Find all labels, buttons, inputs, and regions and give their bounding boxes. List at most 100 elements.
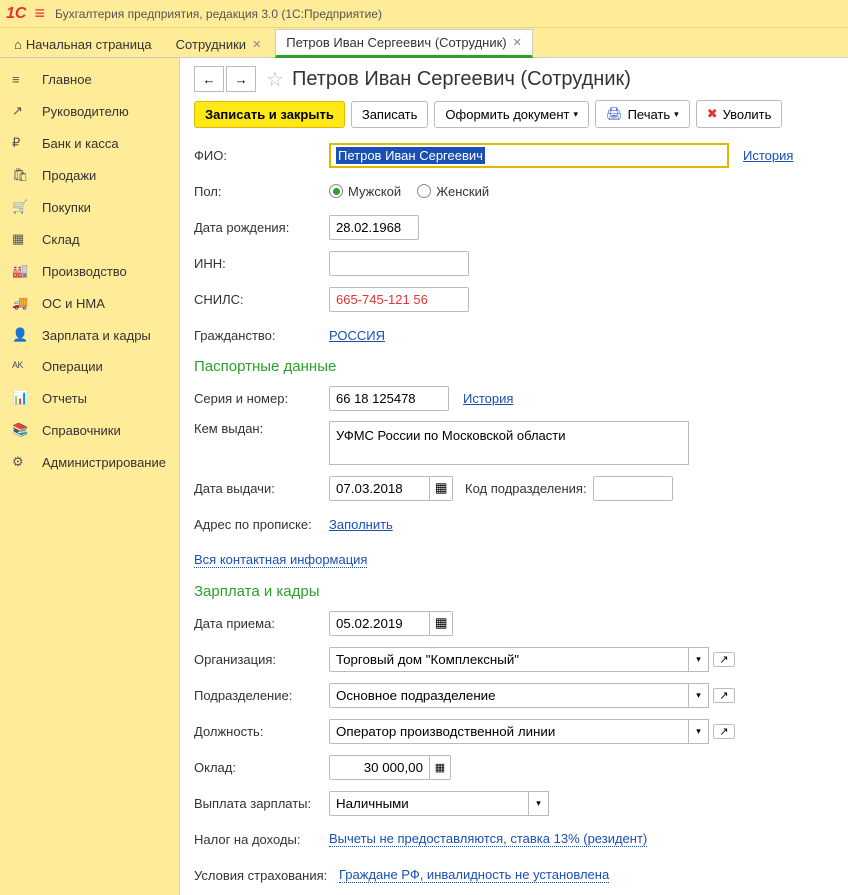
issue-date-input[interactable]: [329, 476, 429, 501]
dismiss-button[interactable]: ✖Уволить: [696, 100, 783, 128]
hire-date-input[interactable]: [329, 611, 429, 636]
sidebar-item-9[interactable]: ᴬᴷ Операции: [0, 351, 179, 382]
hr-section-title: Зарплата и кадры: [194, 583, 834, 600]
tab-employees[interactable]: Сотрудники ✕: [166, 31, 272, 57]
issued-by-textarea[interactable]: УФМС России по Московской области: [329, 421, 689, 465]
dept-code-label: Код подразделения:: [465, 481, 587, 496]
tax-label: Налог на доходы:: [194, 832, 329, 847]
close-icon[interactable]: ✕: [252, 38, 261, 51]
fio-input[interactable]: Петров Иван Сергеевич: [329, 143, 729, 168]
snils-label: СНИЛС:: [194, 292, 329, 307]
position-label: Должность:: [194, 724, 329, 739]
inn-input[interactable]: [329, 251, 469, 276]
open-ref-button[interactable]: ↗: [713, 652, 735, 667]
sidebar-icon: 📊: [12, 390, 32, 406]
page-title: Петров Иван Сергеевич (Сотрудник): [292, 68, 631, 91]
tab-employee-card[interactable]: Петров Иван Сергеевич (Сотрудник) ✕: [275, 29, 533, 58]
address-label: Адрес по прописке:: [194, 517, 329, 532]
calendar-icon[interactable]: ▦: [429, 476, 453, 501]
insurance-link[interactable]: Граждане РФ, инвалидность не установлена: [339, 867, 609, 883]
back-button[interactable]: ←: [194, 66, 224, 92]
sidebar-label: Справочники: [42, 423, 121, 438]
sidebar-icon: 📚: [12, 422, 32, 438]
dob-input[interactable]: [329, 215, 419, 240]
open-ref-button[interactable]: ↗: [713, 724, 735, 739]
star-icon[interactable]: ☆: [266, 67, 284, 92]
payment-select[interactable]: [329, 791, 529, 816]
sidebar-icon: 🏭: [12, 263, 32, 279]
salary-input[interactable]: [329, 755, 429, 780]
gender-male-radio[interactable]: Мужской: [329, 184, 401, 199]
chevron-down-icon[interactable]: ▾: [689, 683, 709, 708]
org-label: Организация:: [194, 652, 329, 667]
sidebar-item-7[interactable]: 🚚ОС и НМА: [0, 287, 179, 319]
sidebar-item-3[interactable]: 🛍 Продажи: [0, 159, 179, 191]
sidebar-item-10[interactable]: 📊Отчеты: [0, 382, 179, 414]
chevron-down-icon[interactable]: ▾: [689, 647, 709, 672]
sidebar-label: Производство: [42, 264, 127, 279]
sidebar-item-5[interactable]: ▦Склад: [0, 223, 179, 255]
sidebar-item-12[interactable]: ⚙Администрирование: [0, 446, 179, 478]
calendar-icon[interactable]: ▦: [429, 611, 453, 636]
chevron-down-icon[interactable]: ▾: [689, 719, 709, 744]
tax-link[interactable]: Вычеты не предоставляются, ставка 13% (р…: [329, 831, 647, 847]
save-button[interactable]: Записать: [351, 101, 429, 128]
sidebar-label: Руководителю: [42, 104, 129, 119]
sidebar-item-1[interactable]: ↗ Руководителю: [0, 95, 179, 127]
sidebar-icon: ᴬᴷ: [12, 359, 32, 374]
sidebar-item-11[interactable]: 📚 Справочники: [0, 414, 179, 446]
sidebar-icon: 🛍: [12, 167, 32, 183]
dept-label: Подразделение:: [194, 688, 329, 703]
issued-by-label: Кем выдан:: [194, 421, 329, 436]
hamburger-icon[interactable]: ≡: [34, 3, 45, 24]
sidebar-label: ОС и НМА: [42, 296, 105, 311]
tab-home[interactable]: ⌂ Начальная страница: [4, 32, 162, 57]
position-select[interactable]: [329, 719, 689, 744]
printer-icon: 🖨: [606, 106, 623, 122]
sidebar-item-6[interactable]: 🏭 Производство: [0, 255, 179, 287]
passport-serial-label: Серия и номер:: [194, 391, 329, 406]
insurance-label: Условия страхования:: [194, 868, 339, 883]
contact-info-link[interactable]: Вся контактная информация: [194, 552, 367, 568]
dob-label: Дата рождения:: [194, 220, 329, 235]
passport-history-link[interactable]: История: [463, 391, 513, 406]
sidebar-label: Операции: [42, 359, 103, 374]
save-close-button[interactable]: Записать и закрыть: [194, 101, 345, 128]
close-icon[interactable]: ✕: [513, 36, 522, 49]
sidebar-icon: 👤: [12, 327, 32, 343]
issue-date-label: Дата выдачи:: [194, 481, 329, 496]
chevron-down-icon[interactable]: ▾: [529, 791, 549, 816]
tab-label: Петров Иван Сергеевич (Сотрудник): [286, 35, 506, 50]
print-button[interactable]: 🖨Печать▾: [595, 100, 690, 128]
chevron-down-icon: ▾: [674, 109, 679, 120]
create-document-button[interactable]: Оформить документ▾: [434, 101, 589, 128]
address-fill-link[interactable]: Заполнить: [329, 517, 393, 532]
fio-label: ФИО:: [194, 148, 329, 163]
sidebar-item-2[interactable]: ₽Банк и касса: [0, 127, 179, 159]
dept-code-input[interactable]: [593, 476, 673, 501]
payment-label: Выплата зарплаты:: [194, 796, 329, 811]
sidebar-item-4[interactable]: 🛒Покупки: [0, 191, 179, 223]
hire-date-label: Дата приема:: [194, 616, 329, 631]
sidebar-label: Продажи: [42, 168, 96, 183]
sidebar-icon: ≡: [12, 72, 32, 87]
citizenship-link[interactable]: РОССИЯ: [329, 328, 385, 343]
gender-female-radio[interactable]: Женский: [417, 184, 489, 199]
sidebar-label: Банк и касса: [42, 136, 119, 151]
sidebar-item-8[interactable]: 👤Зарплата и кадры: [0, 319, 179, 351]
forward-button[interactable]: →: [226, 66, 256, 92]
fio-history-link[interactable]: История: [743, 148, 793, 163]
sidebar-icon: ↗: [12, 103, 32, 119]
snils-input[interactable]: [329, 287, 469, 312]
sidebar-item-0[interactable]: ≡Главное: [0, 64, 179, 95]
org-select[interactable]: [329, 647, 689, 672]
calculator-icon[interactable]: ▦: [429, 755, 451, 780]
sidebar-label: Покупки: [42, 200, 91, 215]
tab-label: Сотрудники: [176, 37, 246, 52]
open-ref-button[interactable]: ↗: [713, 688, 735, 703]
citizenship-label: Гражданство:: [194, 328, 329, 343]
sidebar-icon: ⚙: [12, 454, 32, 470]
sidebar-label: Склад: [42, 232, 80, 247]
passport-serial-input[interactable]: [329, 386, 449, 411]
dept-select[interactable]: [329, 683, 689, 708]
